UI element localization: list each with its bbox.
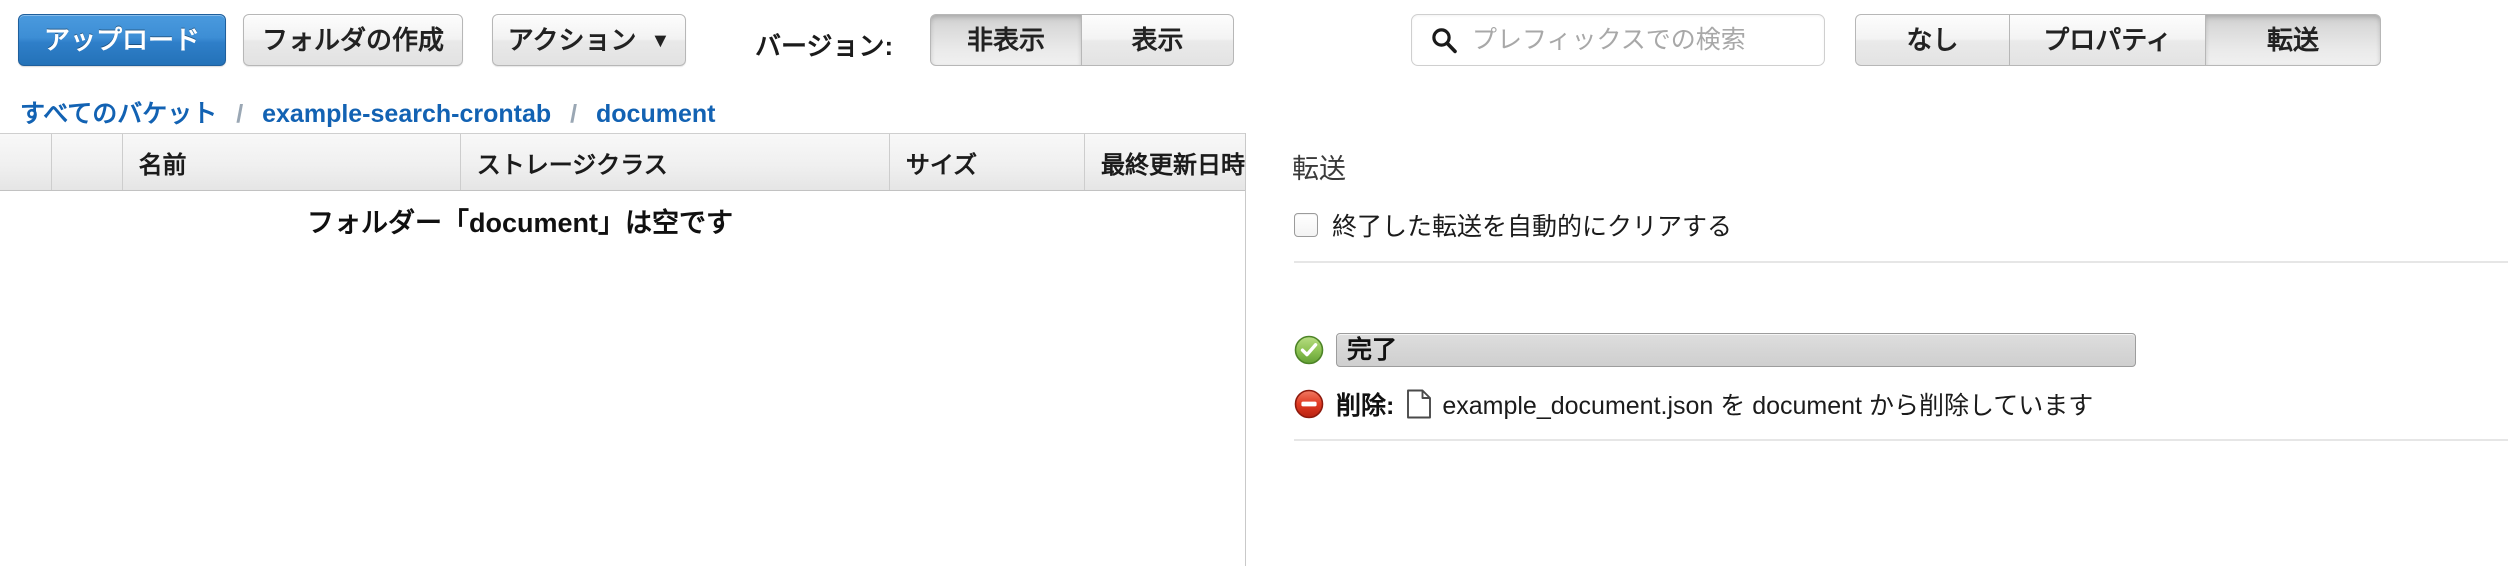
- auto-clear-label: 終了した転送を自動的にクリアする: [1332, 213, 1733, 241]
- column-header-name[interactable]: 名前: [122, 134, 461, 190]
- breadcrumb-separator: /: [570, 100, 578, 128]
- check-circle-green-icon: [1294, 335, 1324, 365]
- search-placeholder: プレフィックスでの検索: [1472, 26, 1746, 54]
- column-header-icon[interactable]: [52, 134, 123, 190]
- column-header-last-modified[interactable]: 最終更新日時: [1084, 134, 1245, 190]
- tab-properties[interactable]: プロパティ: [2010, 14, 2206, 66]
- tab-transfers[interactable]: 転送: [2206, 14, 2381, 66]
- tab-properties-label: プロパティ: [2043, 25, 2172, 55]
- transfers-panel-title: 転送: [1292, 154, 1346, 184]
- upload-button-label: アップロード: [44, 25, 201, 55]
- search-input[interactable]: プレフィックスでの検索: [1411, 14, 1825, 66]
- actions-button-label: アクション: [507, 25, 637, 55]
- transfers-separator-bottom: [1294, 439, 2508, 441]
- transfer-progress-row: 完了: [1294, 333, 2136, 367]
- auto-clear-checkbox[interactable]: [1294, 213, 1318, 237]
- version-toggle-group: 非表示 表示: [930, 14, 1234, 66]
- breadcrumb: すべてのバケット / example-search-crontab / docu…: [20, 94, 715, 130]
- tab-none[interactable]: なし: [1855, 14, 2010, 66]
- actions-dropdown-button[interactable]: アクション ▼: [492, 14, 686, 66]
- transfer-status-row: 削除: example_document.json を document から削…: [1294, 386, 2093, 422]
- chevron-down-icon: ▼: [650, 30, 671, 52]
- file-table-header-row: 名前 ストレージクラス サイズ 最終更新日時: [0, 133, 1245, 191]
- version-hide-button[interactable]: 非表示: [930, 14, 1082, 66]
- breadcrumb-item-bucket[interactable]: example-search-crontab: [262, 100, 551, 128]
- version-show-button[interactable]: 表示: [1082, 14, 1234, 66]
- tab-transfers-label: 転送: [2266, 25, 2319, 55]
- transfer-status-message: example_document.json を document から削除してい…: [1442, 392, 2094, 420]
- transfers-separator-top: [1294, 261, 2508, 263]
- empty-folder-message: フォルダー「document」は空です: [306, 208, 733, 238]
- file-list-panel: 名前 ストレージクラス サイズ 最終更新日時 フォルダー「document」は空…: [0, 133, 1245, 566]
- right-panel-tab-group: なし プロパティ 転送: [1855, 14, 2381, 66]
- transfer-action-label: 削除:: [1336, 392, 1395, 420]
- transfer-progress-bar: 完了: [1336, 333, 2136, 367]
- document-file-icon: [1407, 389, 1432, 419]
- version-show-label: 表示: [1131, 25, 1184, 55]
- column-header-storage-class[interactable]: ストレージクラス: [460, 134, 890, 190]
- transfer-progress-label: 完了: [1347, 335, 1398, 364]
- breadcrumb-item-all-buckets[interactable]: すべてのバケット: [20, 100, 217, 128]
- version-label: バージョン:: [755, 31, 894, 61]
- toolbar: アップロード フォルダの作成 アクション ▼ バージョン: 非表示 表示 プレフ…: [0, 0, 2508, 88]
- minus-circle-red-icon: [1294, 389, 1324, 419]
- breadcrumb-separator: /: [236, 100, 244, 128]
- column-header-size[interactable]: サイズ: [889, 134, 1085, 190]
- create-folder-button[interactable]: フォルダの作成: [243, 14, 463, 66]
- create-folder-button-label: フォルダの作成: [262, 25, 445, 55]
- column-header-select[interactable]: [0, 134, 53, 190]
- breadcrumb-item-folder[interactable]: document: [596, 100, 715, 128]
- version-hide-label: 非表示: [966, 25, 1045, 55]
- auto-clear-row[interactable]: 終了した転送を自動的にクリアする: [1294, 207, 1732, 243]
- s3-browser-window: アップロード フォルダの作成 アクション ▼ バージョン: 非表示 表示 プレフ…: [0, 0, 2508, 566]
- transfers-panel: 転送 終了した転送を自動的にクリアする 完了 削除: example_docum…: [1246, 133, 2508, 566]
- search-icon: [1432, 28, 1457, 54]
- upload-button[interactable]: アップロード: [18, 14, 226, 66]
- tab-none-label: なし: [1906, 25, 1959, 55]
